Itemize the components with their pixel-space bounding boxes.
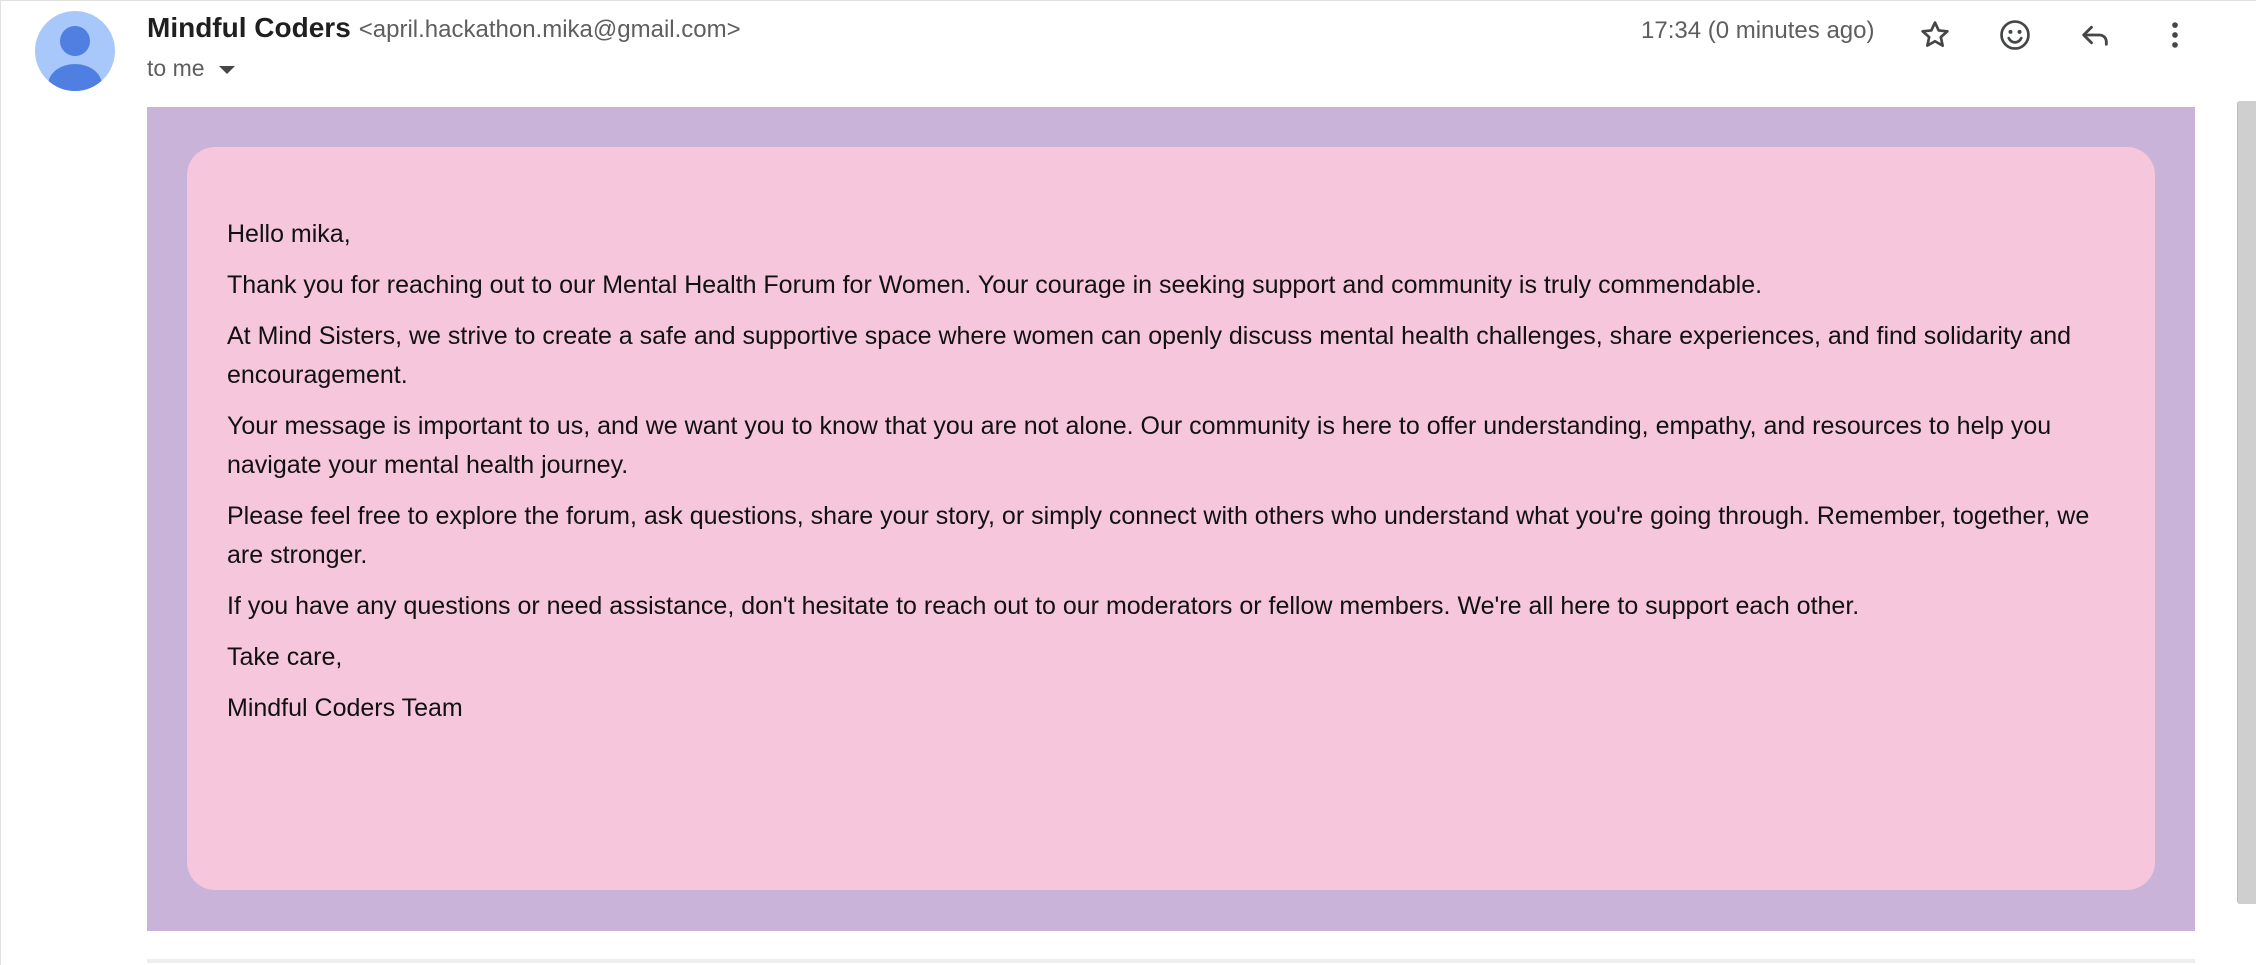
reply-button[interactable] (2069, 9, 2121, 61)
body-paragraph: If you have any questions or need assist… (227, 592, 1860, 620)
person-icon (48, 26, 102, 91)
recipient-details-toggle[interactable]: to me (147, 55, 235, 82)
message-divider (147, 959, 2195, 963)
star-icon (1921, 21, 1949, 47)
message-timestamp: 17:34 (0 minutes ago) (1641, 17, 1875, 44)
body-paragraph: Thank you for reaching out to our Mental… (227, 271, 1763, 299)
email-view: Mindful Coders <april.hackathon.mika@gma… (0, 0, 2256, 965)
recipient-label: to me (147, 55, 205, 81)
more-vert-icon (2172, 22, 2178, 48)
emoji-icon (2000, 20, 2030, 50)
sender-email[interactable]: <april.hackathon.mika@gmail.com> (359, 16, 741, 44)
add-reaction-button[interactable] (1989, 9, 2041, 61)
greeting-paragraph: Hello mika, (227, 220, 351, 248)
sender-avatar[interactable] (35, 11, 115, 91)
body-paragraph: Your message is important to us, and we … (227, 412, 2052, 479)
sender-name[interactable]: Mindful Coders (147, 12, 351, 44)
email-body-frame: Hello mika, Thank you for reaching out t… (147, 107, 2195, 931)
vertical-scrollbar[interactable] (2237, 101, 2256, 904)
body-paragraph: At Mind Sisters, we strive to create a s… (227, 322, 2072, 389)
body-paragraph: Please feel free to explore the forum, a… (227, 502, 2090, 569)
email-body-card: Hello mika, Thank you for reaching out t… (187, 147, 2155, 890)
reply-icon (2082, 25, 2108, 46)
star-button[interactable] (1909, 9, 1961, 61)
sender-line: Mindful Coders <april.hackathon.mika@gma… (147, 12, 741, 50)
closing-paragraph: Take care, (227, 643, 343, 671)
more-options-button[interactable] (2149, 9, 2201, 61)
signature-paragraph: Mindful Coders Team (227, 694, 463, 722)
caret-down-icon[interactable] (218, 65, 235, 74)
